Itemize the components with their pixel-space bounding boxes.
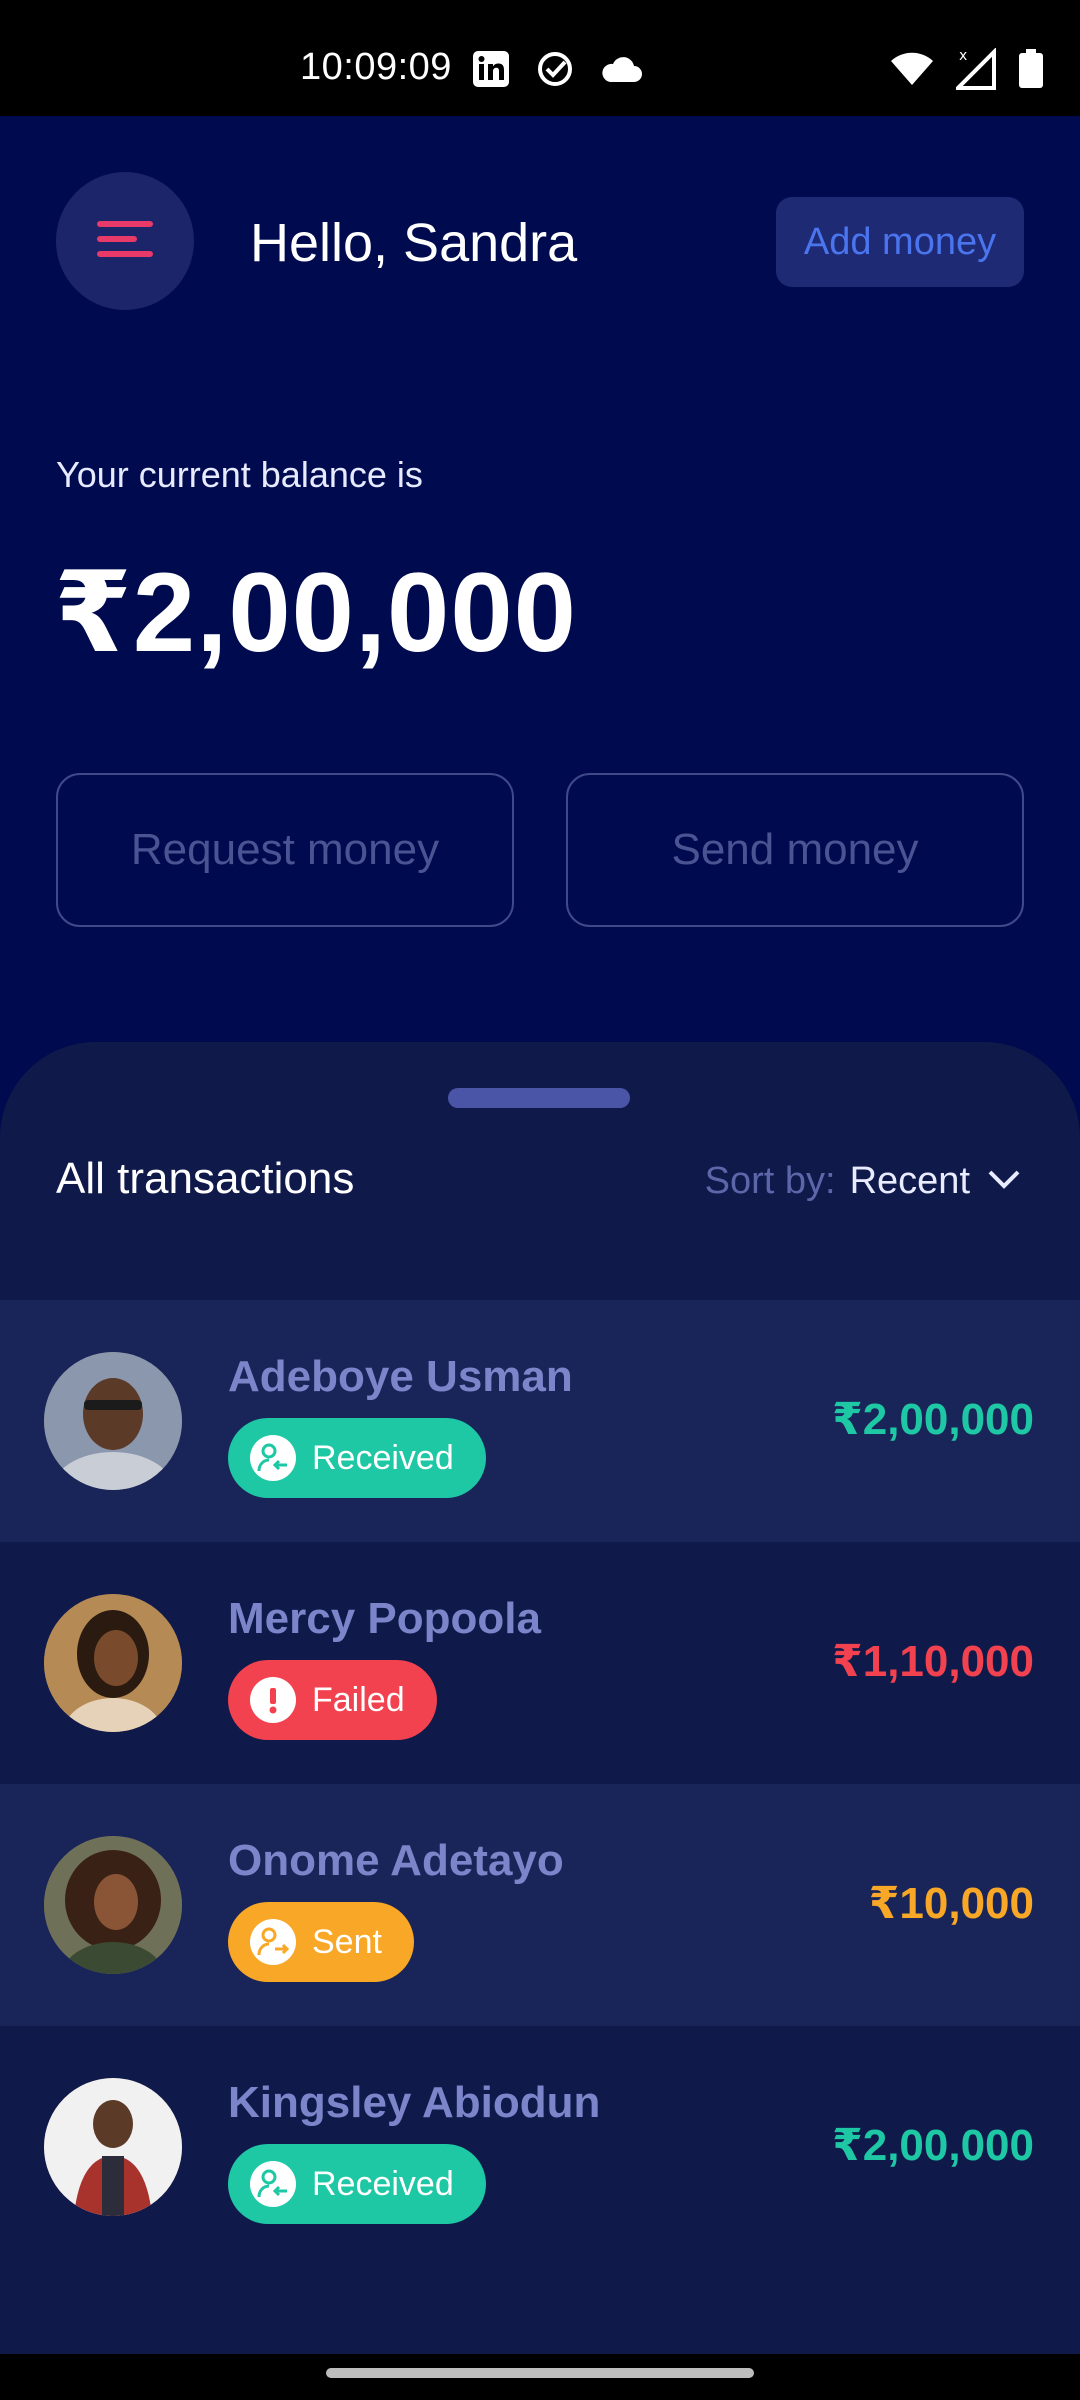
status-text: Sent: [312, 1922, 382, 1961]
menu-button[interactable]: [56, 172, 194, 310]
transaction-name: Adeboye Usman: [228, 1352, 573, 1401]
transaction-name: Mercy Popoola: [228, 1594, 541, 1643]
system-nav-bar: [0, 2354, 1080, 2400]
chevron-down-icon: [984, 1160, 1024, 1203]
avatar: [44, 1594, 182, 1732]
alert-icon: [250, 1677, 296, 1723]
send-money-button[interactable]: Send money: [566, 773, 1024, 927]
greeting-text: Hello, Sandra: [250, 213, 578, 273]
transaction-name: Kingsley Abiodun: [228, 2078, 601, 2127]
transaction-amount: ₹1,10,000: [832, 1637, 1034, 1686]
sort-value: Recent: [849, 1160, 970, 1202]
signal-icon: x: [956, 48, 996, 90]
receive-user-icon: [250, 2161, 296, 2207]
sort-label: Sort by:: [704, 1160, 836, 1202]
avatar: [44, 1352, 182, 1490]
balance-label: Your current balance is: [56, 454, 423, 495]
balance-value: ₹2,00,000: [54, 550, 577, 675]
status-text: Received: [312, 1438, 454, 1477]
transaction-name: Onome Adetayo: [228, 1836, 564, 1885]
request-money-button[interactable]: Request money: [56, 773, 514, 927]
status-time: 10:09:09: [300, 46, 452, 88]
sheet-drag-handle[interactable]: [448, 1088, 630, 1108]
wifi-icon: [890, 51, 934, 87]
status-text: Received: [312, 2164, 454, 2203]
transaction-amount: ₹2,00,000: [832, 2121, 1034, 2170]
transaction-row[interactable]: Adeboye Usman Received ₹2,00,000: [0, 1300, 1080, 1542]
sort-dropdown[interactable]: Sort by: Recent: [705, 1160, 1024, 1203]
transaction-row[interactable]: Mercy Popoola Failed ₹1,10,000: [0, 1542, 1080, 1784]
receive-user-icon: [250, 1435, 296, 1481]
battery-icon: [1018, 49, 1044, 89]
send-user-icon: [250, 1919, 296, 1965]
avatar: [44, 1836, 182, 1974]
status-left-icons: [472, 50, 642, 88]
home-gesture-handle[interactable]: [326, 2368, 754, 2378]
add-money-button[interactable]: Add money: [776, 197, 1024, 287]
check-circle-icon: [536, 50, 574, 88]
transaction-row[interactable]: Kingsley Abiodun Received ₹2,00,000: [0, 2026, 1080, 2268]
linkedin-icon: [472, 50, 510, 88]
transaction-amount: ₹2,00,000: [832, 1395, 1034, 1444]
status-badge: Received: [228, 1418, 486, 1498]
transaction-amount: ₹10,000: [868, 1879, 1034, 1928]
avatar: [44, 2078, 182, 2216]
status-badge: Received: [228, 2144, 486, 2224]
transaction-row[interactable]: Onome Adetayo Sent ₹10,000: [0, 1784, 1080, 2026]
status-right-icons: x: [890, 48, 1044, 90]
transaction-list: Adeboye Usman Received ₹2,00,000 Mercy P…: [0, 1300, 1080, 2268]
status-bar: 10:09:09 x: [0, 0, 1080, 116]
transactions-title: All transactions: [56, 1154, 355, 1203]
status-badge: Failed: [228, 1660, 437, 1740]
status-badge: Sent: [228, 1902, 414, 1982]
cloud-icon: [600, 54, 642, 84]
status-text: Failed: [312, 1680, 405, 1719]
menu-icon: [95, 219, 155, 264]
svg-text:x: x: [959, 48, 967, 64]
